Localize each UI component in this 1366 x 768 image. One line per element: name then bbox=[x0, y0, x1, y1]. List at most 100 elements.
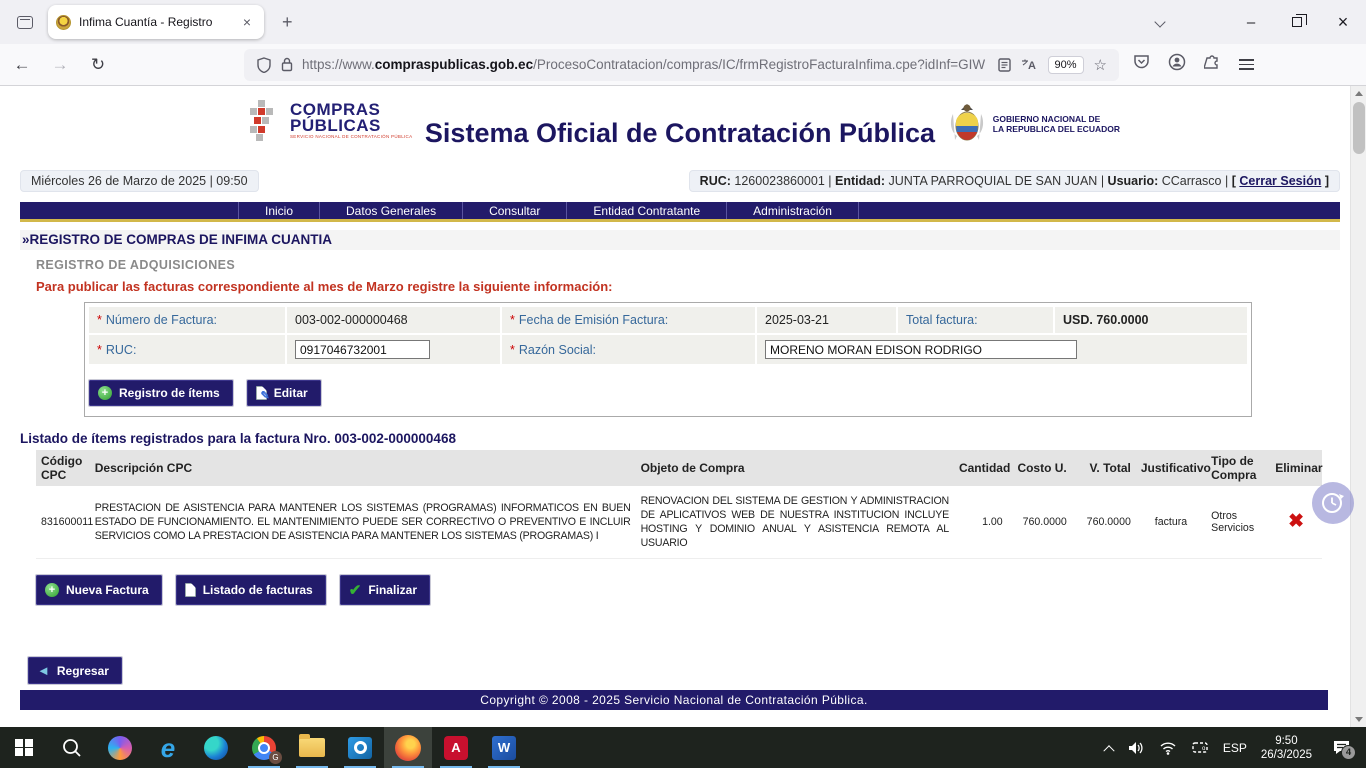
tray-time: 9:50 bbox=[1275, 735, 1297, 747]
document-icon bbox=[185, 583, 196, 597]
items-list-title: Listado de ítems registrados para la fac… bbox=[20, 431, 1340, 446]
nav-item-inicio[interactable]: Inicio bbox=[238, 202, 319, 219]
translate-icon[interactable]: A bbox=[1021, 58, 1037, 72]
start-button[interactable] bbox=[0, 727, 48, 768]
info-bar: Miércoles 26 de Marzo de 2025 | 09:50 RU… bbox=[20, 170, 1340, 192]
extensions-puzzle-icon[interactable] bbox=[1204, 54, 1221, 76]
razon-social-input[interactable] bbox=[765, 340, 1077, 359]
taskbar-outlook-button[interactable] bbox=[336, 727, 384, 768]
bookmark-star-icon[interactable]: ☆ bbox=[1094, 56, 1107, 74]
col-costo-u: Costo U. bbox=[1008, 450, 1072, 486]
instruction-text: Para publicar las facturas correspondien… bbox=[36, 279, 1340, 294]
cell-descripcion: PRESTACION DE ASISTENCIA PARA MANTENER L… bbox=[90, 486, 636, 559]
url-text[interactable]: https://www.compraspublicas.gob.ec/Proce… bbox=[302, 57, 993, 72]
table-row: 831600011 PRESTACION DE ASISTENCIA PARA … bbox=[36, 486, 1322, 559]
action-center-button[interactable]: 4 bbox=[1326, 739, 1356, 756]
razon-social-label: *Razón Social: bbox=[502, 335, 755, 364]
ruc-value: 1260023860001 bbox=[734, 174, 824, 188]
lock-icon[interactable] bbox=[281, 57, 293, 72]
reload-button[interactable]: ↻ bbox=[82, 50, 114, 80]
listado-facturas-button[interactable]: Listado de facturas bbox=[176, 575, 326, 605]
scroll-up-arrow[interactable] bbox=[1351, 86, 1366, 101]
tab-close-icon[interactable]: × bbox=[238, 12, 256, 32]
nav-item-entidad-contratante[interactable]: Entidad Contratante bbox=[566, 202, 726, 219]
site-title: Sistema Oficial de Contratación Pública bbox=[20, 118, 1340, 149]
close-button[interactable]: × bbox=[1320, 0, 1366, 44]
window-controls: – × bbox=[1140, 0, 1366, 44]
pocket-icon[interactable] bbox=[1133, 54, 1150, 75]
page-scrollbar[interactable] bbox=[1350, 86, 1366, 727]
language-indicator[interactable]: ESP bbox=[1223, 741, 1247, 755]
nav-item-datos-generales[interactable]: Datos Generales bbox=[319, 202, 462, 219]
nav-item-consultar[interactable]: Consultar bbox=[462, 202, 566, 219]
usuario-value: CCarrasco bbox=[1162, 174, 1222, 188]
taskbar-chrome-button[interactable]: G bbox=[240, 727, 288, 768]
logout-link[interactable]: Cerrar Sesión bbox=[1239, 174, 1321, 188]
ruc-input[interactable] bbox=[295, 340, 430, 359]
items-table-header: Código CPC Descripción CPC Objeto de Com… bbox=[36, 450, 1322, 486]
system-tray: o ESP 9:50 26/3/2025 4 bbox=[1105, 727, 1366, 768]
col-eliminar: Eliminar bbox=[1270, 450, 1322, 486]
date-time-box: Miércoles 26 de Marzo de 2025 | 09:50 bbox=[20, 170, 259, 192]
zoom-level-badge[interactable]: 90% bbox=[1048, 56, 1084, 74]
firefox-view-button[interactable] bbox=[10, 9, 40, 35]
floating-clock-widget[interactable] bbox=[1312, 482, 1354, 524]
menu-hamburger-icon[interactable] bbox=[1239, 56, 1254, 73]
new-tab-button[interactable]: + bbox=[274, 12, 301, 33]
back-button[interactable]: ← bbox=[6, 50, 38, 80]
taskbar-word-button[interactable]: W bbox=[480, 727, 528, 768]
taskbar-firefox-button[interactable] bbox=[384, 727, 432, 768]
display-connect-icon[interactable]: o bbox=[1191, 740, 1209, 755]
taskbar-internet-explorer-button[interactable]: e bbox=[144, 727, 192, 768]
restore-button[interactable] bbox=[1274, 0, 1320, 44]
registro-items-button[interactable]: + Registro de ítems bbox=[89, 380, 233, 406]
tray-chevron-up-icon[interactable] bbox=[1105, 744, 1113, 752]
taskbar-edge-button[interactable] bbox=[192, 727, 240, 768]
editar-button[interactable]: ✎ Editar bbox=[247, 380, 321, 406]
firefox-view-icon bbox=[17, 16, 33, 29]
cell-costo-u: 760.0000 bbox=[1008, 486, 1072, 559]
copilot-icon bbox=[108, 736, 132, 760]
site-footer: Copyright © 2008 - 2025 Servicio Naciona… bbox=[20, 690, 1328, 710]
edit-document-icon: ✎ bbox=[256, 386, 267, 400]
browser-titlebar: Infima Cuantía - Registro × + – × bbox=[0, 0, 1366, 44]
forward-button[interactable]: → bbox=[44, 50, 76, 80]
tab-title: Infima Cuantía - Registro bbox=[79, 15, 238, 29]
list-all-tabs-button[interactable] bbox=[1140, 0, 1180, 44]
items-table: Código CPC Descripción CPC Objeto de Com… bbox=[36, 450, 1322, 559]
scrollbar-thumb[interactable] bbox=[1353, 102, 1365, 154]
nav-item-administracion[interactable]: Administración bbox=[726, 202, 859, 219]
regresar-button[interactable]: ◄ Regresar bbox=[28, 657, 122, 684]
volume-icon[interactable] bbox=[1127, 740, 1145, 756]
taskbar-file-explorer-button[interactable] bbox=[288, 727, 336, 768]
coat-of-arms-icon bbox=[947, 102, 987, 146]
account-icon[interactable] bbox=[1168, 53, 1186, 76]
numero-factura-value: 003-002-000000468 bbox=[287, 307, 500, 333]
reader-view-icon[interactable] bbox=[998, 58, 1011, 72]
url-bar[interactable]: https://www.compraspublicas.gob.ec/Proce… bbox=[244, 49, 1119, 81]
taskbar-search-button[interactable] bbox=[48, 727, 96, 768]
browser-tab-active[interactable]: Infima Cuantía - Registro × bbox=[48, 5, 264, 39]
cell-objeto: RENOVACION DEL SISTEMA DE GESTION Y ADMI… bbox=[636, 486, 954, 559]
taskbar-copilot-button[interactable] bbox=[96, 727, 144, 768]
ruc-field-label: *RUC: bbox=[89, 335, 285, 364]
finalizar-button[interactable]: ✔ Finalizar bbox=[340, 575, 430, 605]
clock-icon bbox=[1320, 490, 1346, 516]
windows-taskbar: e G A W bbox=[0, 727, 1366, 768]
search-icon bbox=[61, 737, 83, 759]
screen: Infima Cuantía - Registro × + – × ← → ↻ … bbox=[0, 0, 1366, 768]
entidad-value: JUNTA PARROQUIAL DE SAN JUAN bbox=[888, 174, 1097, 188]
delete-item-icon[interactable]: ✖ bbox=[1288, 511, 1304, 532]
shield-icon[interactable] bbox=[257, 57, 271, 73]
cell-justificativo: factura bbox=[1136, 486, 1206, 559]
wifi-icon[interactable] bbox=[1159, 741, 1177, 755]
nueva-factura-button[interactable]: + Nueva Factura bbox=[36, 575, 162, 605]
internet-explorer-icon: e bbox=[161, 736, 175, 760]
taskbar-acrobat-button[interactable]: A bbox=[432, 727, 480, 768]
minimize-button[interactable]: – bbox=[1228, 0, 1274, 44]
scroll-down-arrow[interactable] bbox=[1351, 712, 1366, 727]
page-content: COMPRASPÚBLICAS SERVICIO NACIONAL DE CON… bbox=[0, 86, 1366, 727]
total-factura-label: Total factura: bbox=[898, 307, 1053, 333]
edge-icon bbox=[204, 736, 228, 760]
clock-date[interactable]: 9:50 26/3/2025 bbox=[1261, 734, 1312, 762]
